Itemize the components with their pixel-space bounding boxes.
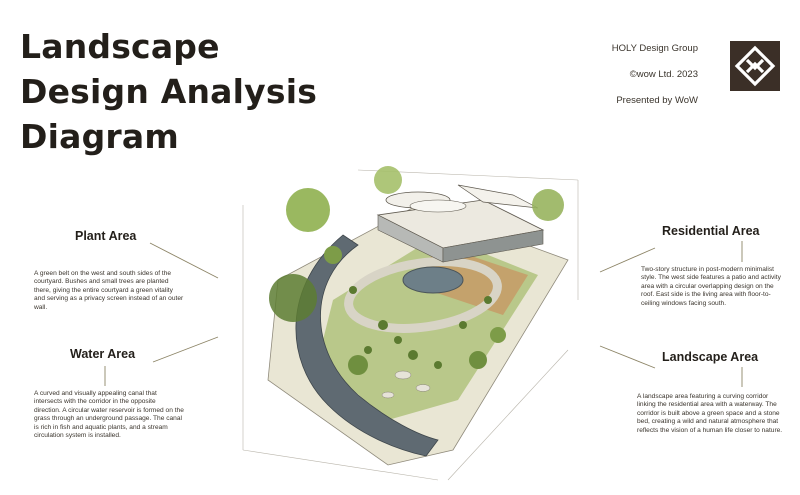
landscape-illustration	[242, 166, 579, 481]
logo-icon	[730, 41, 780, 91]
residential-area-title: Residential Area	[662, 224, 760, 238]
water-area-description: A curved and visually appealing canal th…	[34, 390, 184, 440]
copyright: ©wow Ltd. 2023	[629, 69, 698, 80]
circular-pool	[402, 266, 464, 294]
presenter: Presented by WoW	[616, 95, 698, 106]
landscape-area-title: Landscape Area	[662, 350, 759, 364]
meta-info: HOLY Design Group ©wow Ltd. 2023 Present…	[612, 36, 698, 114]
plant-area-description: A green belt on the west and south sides…	[34, 270, 184, 311]
plant-area-title: Plant Area	[75, 229, 137, 243]
title-line-2: Design Analysis	[20, 72, 318, 111]
title-line-1: Landscape	[20, 27, 220, 66]
design-group: HOLY Design Group	[611, 43, 698, 54]
page-title: Landscape Design Analysis Diagram	[20, 24, 360, 159]
landscape-area-description: A landscape area featuring a curving cor…	[637, 393, 783, 434]
water-area-title: Water Area	[70, 347, 136, 361]
residential-area-description: Two-story structure in post-modern minim…	[641, 266, 781, 307]
